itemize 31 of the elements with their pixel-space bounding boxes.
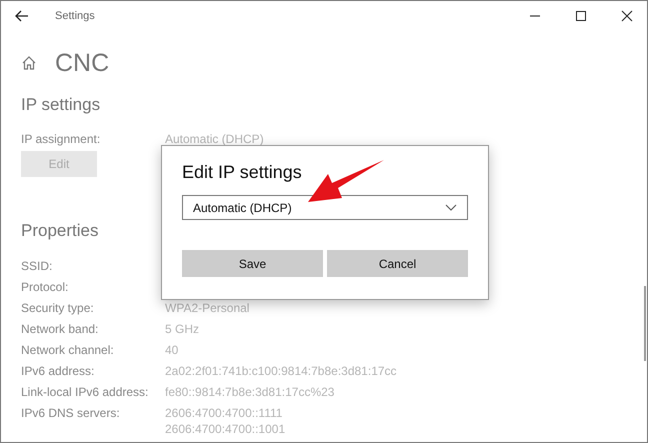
cancel-button[interactable]: Cancel bbox=[327, 250, 468, 277]
property-value: 40 bbox=[165, 343, 178, 357]
home-icon[interactable] bbox=[21, 55, 37, 71]
save-button[interactable]: Save bbox=[182, 250, 323, 277]
field-value: Automatic (DHCP) bbox=[165, 132, 264, 147]
section-heading: Properties bbox=[21, 221, 100, 241]
property-label: Link-local IPv6 address: bbox=[21, 385, 150, 401]
scrollbar[interactable] bbox=[644, 286, 646, 361]
field-label: IP assignment: bbox=[21, 132, 102, 147]
section-heading: IP settings bbox=[21, 95, 102, 115]
property-label: SSID: bbox=[21, 259, 54, 275]
property-value: 2606:4700:4700::1001 bbox=[165, 422, 286, 436]
chevron-icon bbox=[445, 204, 457, 211]
property-value: 2a02:2f01:741b:c100:9814:7b8e:3d81:17cc bbox=[165, 364, 397, 378]
window-title: Settings bbox=[55, 10, 95, 22]
page-title: CNC bbox=[55, 48, 110, 78]
property-value: 5 GHz bbox=[165, 322, 200, 336]
maximize-icon[interactable] bbox=[575, 10, 587, 22]
dropdown[interactable]: Automatic (DHCP) bbox=[182, 195, 468, 220]
property-label: Security type: bbox=[21, 301, 95, 317]
property-label: Protocol: bbox=[21, 280, 70, 296]
property-value: fe80::9814:7b8e:3d81:17cc%23 bbox=[165, 385, 334, 399]
back-arrow-icon[interactable] bbox=[15, 10, 29, 22]
property-label: Network band: bbox=[21, 322, 100, 338]
property-label: IPv6 DNS servers: bbox=[21, 406, 121, 422]
dialog-title: Edit IP settings bbox=[182, 162, 303, 183]
property-label: IPv6 address: bbox=[21, 364, 96, 380]
property-label: Network channel: bbox=[21, 343, 115, 359]
close-icon[interactable] bbox=[621, 10, 633, 22]
property-value: 2606:4700:4700::1111 bbox=[165, 406, 284, 420]
property-value: WPA2-Personal bbox=[165, 301, 250, 315]
